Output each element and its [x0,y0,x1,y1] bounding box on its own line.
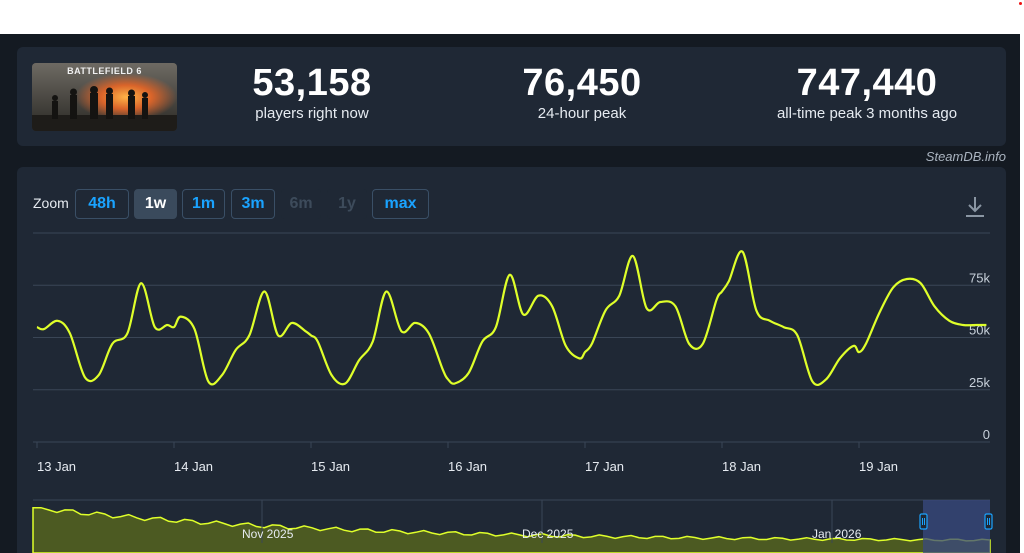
y-tick-label: 75k [969,270,990,285]
x-tick-label: 17 Jan [585,459,624,474]
right-gutter [1020,34,1024,553]
zoom-label: Zoom [33,195,69,211]
navigator-label: Jan 2026 [812,527,862,541]
all-time-peak-value: 747,440 [796,62,938,104]
x-axis-labels: 13 Jan 14 Jan 15 Jan 16 Jan 17 Jan 18 Jan 19 J… [37,459,898,474]
zoom-1w-button[interactable]: 1w [134,189,177,219]
navigator-label: Dec 2025 [522,527,574,541]
zoom-max-button[interactable]: max [372,189,429,219]
zoom-1m-button[interactable]: 1m [182,189,225,219]
x-tick-label: 18 Jan [722,459,761,474]
zoom-3m-button[interactable]: 3m [231,189,275,219]
player-count-chart[interactable]: 025k50k75k 13 Jan 14 Jan 15 Jan 16 Jan 17 Ja… [17,167,1006,553]
zoom-48h-button[interactable]: 48h [75,189,129,219]
series-line [36,250,987,387]
browser-top-strip [0,0,1024,34]
zoom-1y-button: 1y [327,189,367,219]
download-icon[interactable] [964,195,986,219]
y-tick-label: 0 [983,427,990,442]
navigator-handle-right[interactable] [984,513,993,530]
navigator-selection[interactable] [923,500,990,553]
x-axis-ticks [36,442,860,448]
steamdb-credit[interactable]: SteamDB.info [926,149,1006,164]
notification-dot [1019,2,1022,5]
navigator-label: Nov 2025 [242,527,294,541]
game-logo-text: BATTLEFIELD 6 [67,66,142,76]
game-thumbnail[interactable]: BATTLEFIELD 6 [32,63,177,131]
x-tick-label: 19 Jan [859,459,898,474]
player-stats-card: BATTLEFIELD 6 53,158 players right now 7… [17,47,1006,146]
y-axis-labels: 025k50k75k [969,270,990,442]
navigator-handle-left[interactable] [919,513,928,530]
steamdb-page: BATTLEFIELD 6 53,158 players right now 7… [0,34,1020,553]
all-time-peak-stat[interactable]: 747,440 all-time peak 3 months ago [742,61,992,123]
x-tick-label: 13 Jan [37,459,76,474]
all-time-peak-label: all-time peak 3 months ago [776,105,958,122]
chart-card: 0 25k 50k 75k 13 Jan 14 Jan 15 Jan 16 Jan 17 Ja… [17,167,1006,553]
x-tick-label: 15 Jan [311,459,350,474]
peak-24h-value: 76,450 [522,62,642,104]
peak-24h-stat: 76,450 24-hour peak [492,61,672,123]
current-players-stat: 53,158 players right now [222,61,402,123]
y-tick-label: 25k [969,375,990,390]
x-tick-label: 14 Jan [174,459,213,474]
peak-24h-label: 24-hour peak [537,105,627,122]
current-players-value: 53,158 [252,62,372,104]
current-players-label: players right now [255,105,369,122]
zoom-6m-button: 6m [281,189,321,219]
navigator[interactable]: Nov 2025 Dec 2025 Jan 2026 [32,499,993,553]
chart-grid [33,232,990,443]
x-tick-label: 16 Jan [448,459,487,474]
